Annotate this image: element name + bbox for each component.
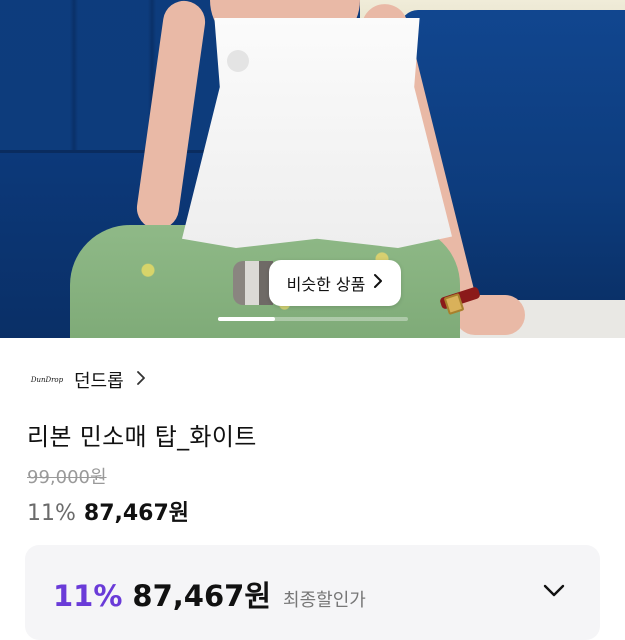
brand-name: 던드롭 [74, 371, 124, 392]
image-pager-progress [218, 317, 275, 321]
chevron-down-icon[interactable] [541, 581, 567, 601]
original-price: 99,000원 [27, 467, 107, 488]
product-title: 리본 민소매 탑_화이트 [27, 423, 257, 451]
model-top-garment [182, 18, 452, 248]
brand-logo-text: DunDrop [30, 376, 64, 384]
garment-ribbon-knot [227, 50, 249, 72]
similar-products-label: 비슷한 상품 [286, 275, 366, 294]
brand-logo: DunDrop [30, 364, 64, 396]
final-discount-percent: 11% [53, 579, 123, 613]
similar-products[interactable]: 비슷한 상품 [233, 260, 401, 306]
image-pager [218, 317, 408, 321]
final-discount-price: 87,467원 [132, 579, 272, 613]
brand-link[interactable]: DunDrop 던드롭 [30, 364, 146, 396]
final-discount-label: 최종할인가 [283, 590, 366, 611]
similar-products-thumbnails[interactable] [233, 261, 273, 305]
sale-price-row: 11% 87,467원 [27, 495, 189, 527]
similar-products-button[interactable]: 비슷한 상품 [269, 260, 401, 306]
chevron-right-icon [136, 370, 146, 391]
final-discount-row: 11% 87,467원 최종할인가 [53, 573, 366, 615]
sale-price: 87,467원 [83, 501, 190, 526]
chevron-right-icon [373, 273, 383, 293]
product-image[interactable]: 비슷한 상품 [0, 0, 625, 338]
discount-percent: 11% [27, 501, 76, 526]
final-discount-panel[interactable]: 11% 87,467원 최종할인가 [25, 545, 600, 640]
